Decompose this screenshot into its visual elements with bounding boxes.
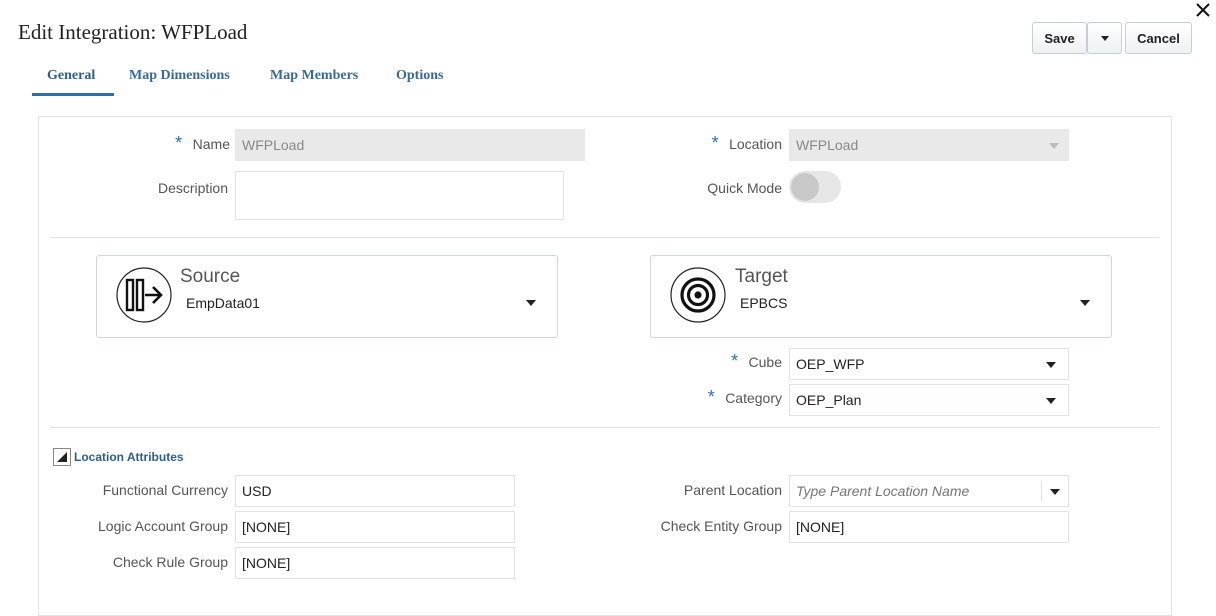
logic-account-group-label: Logic Account Group <box>98 518 228 534</box>
target-icon <box>670 267 726 323</box>
category-label-row: * Category <box>680 387 782 408</box>
name-label: Name <box>192 136 230 152</box>
tab-options[interactable]: Options <box>396 68 443 84</box>
check-entity-group-label: Check Entity Group <box>660 518 782 534</box>
cube-value: OEP_WFP <box>796 356 865 372</box>
category-select[interactable]: OEP_Plan <box>789 384 1069 416</box>
chevron-down-icon <box>1049 143 1059 149</box>
logic-account-group-field[interactable]: [NONE] <box>235 511 515 543</box>
required-indicator: * <box>707 387 715 407</box>
collapse-toggle-icon[interactable] <box>53 448 71 466</box>
cancel-button-label: Cancel <box>1137 30 1180 46</box>
cube-label-row: * Cube <box>700 351 782 372</box>
chevron-down-icon <box>1100 35 1109 41</box>
parent-location-combobox[interactable] <box>789 475 1069 507</box>
source-heading: Source <box>180 266 241 287</box>
location-value: WFPLoad <box>796 137 859 153</box>
cube-select[interactable]: OEP_WFP <box>789 348 1069 380</box>
name-label-row: * Name <box>160 133 230 154</box>
functional-currency-label: Functional Currency <box>102 482 228 498</box>
check-rule-group-field[interactable]: [NONE] <box>235 547 515 579</box>
chevron-down-icon <box>1046 398 1056 404</box>
location-label: Location <box>729 136 782 152</box>
chevron-down-icon <box>1046 362 1056 368</box>
save-button[interactable]: Save <box>1032 22 1087 54</box>
required-indicator: * <box>731 351 739 371</box>
functional-currency-field[interactable]: USD <box>235 475 515 507</box>
tab-map-dimensions[interactable]: Map Dimensions <box>129 68 230 84</box>
location-select[interactable]: WFPLoad <box>789 129 1069 161</box>
name-field[interactable]: WFPLoad <box>235 129 585 161</box>
tab-general[interactable]: General <box>47 68 95 84</box>
description-field[interactable] <box>235 171 564 220</box>
chevron-down-icon[interactable] <box>526 300 536 306</box>
location-attributes-heading[interactable]: Location Attributes <box>74 450 184 464</box>
tab-map-members[interactable]: Map Members <box>270 68 358 84</box>
cube-label: Cube <box>748 354 782 370</box>
check-entity-group-field[interactable]: [NONE] <box>789 511 1069 543</box>
chevron-down-icon[interactable] <box>1080 300 1090 306</box>
divider <box>50 427 1159 428</box>
active-tab-indicator <box>32 93 114 96</box>
category-label: Category <box>725 390 782 406</box>
target-value: EPBCS <box>740 295 788 311</box>
description-label: Description <box>157 180 228 196</box>
required-indicator: * <box>175 133 183 153</box>
parent-location-label: Parent Location <box>683 482 782 498</box>
divider <box>50 237 1159 238</box>
divider <box>1041 481 1042 501</box>
page-title: Edit Integration: WFPLoad <box>18 20 248 44</box>
required-indicator: * <box>711 133 719 153</box>
save-options-button[interactable] <box>1087 22 1122 54</box>
source-icon <box>116 267 172 323</box>
check-rule-group-label: Check Rule Group <box>112 554 228 570</box>
source-value: EmpData01 <box>186 295 260 311</box>
chevron-down-icon[interactable] <box>1050 489 1060 495</box>
cancel-button[interactable]: Cancel <box>1125 22 1192 54</box>
toggle-knob <box>791 173 819 201</box>
category-value: OEP_Plan <box>796 392 862 408</box>
close-icon[interactable] <box>1192 0 1214 22</box>
quick-mode-label: Quick Mode <box>707 180 782 196</box>
target-heading: Target <box>735 266 788 287</box>
save-button-label: Save <box>1044 30 1075 46</box>
location-label-row: * Location <box>690 133 782 154</box>
quick-mode-toggle[interactable] <box>789 171 841 203</box>
parent-location-input[interactable] <box>790 476 1036 506</box>
